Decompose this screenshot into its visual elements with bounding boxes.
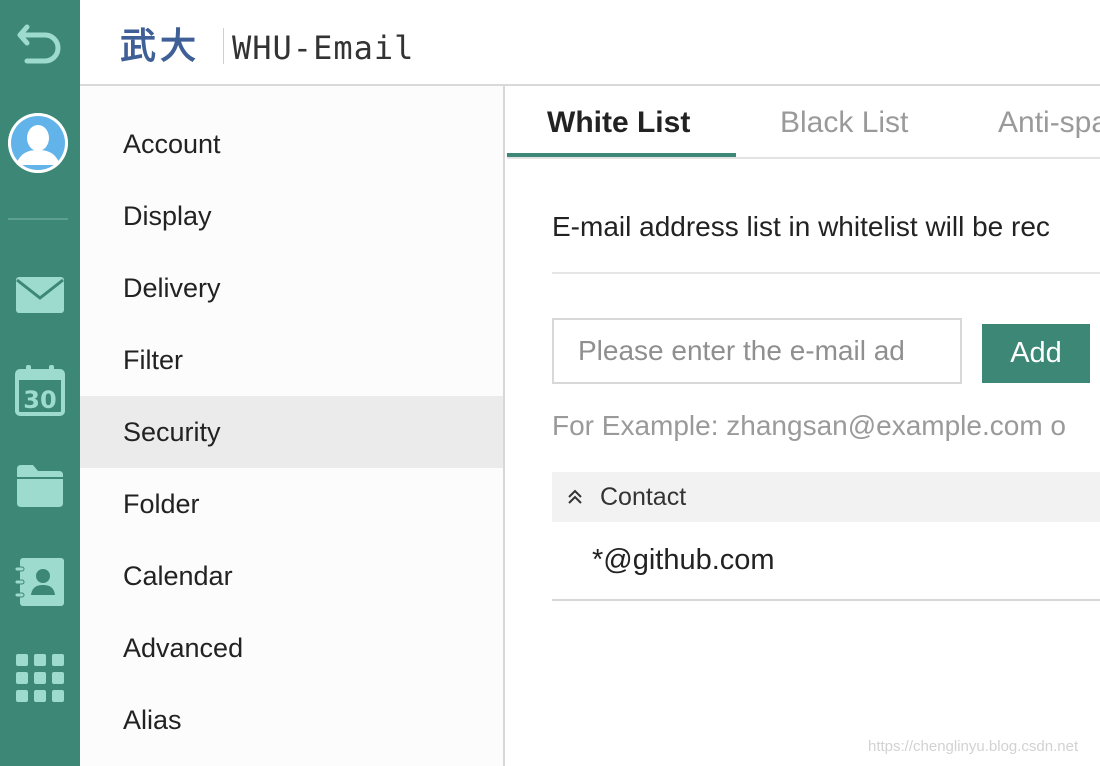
table-header: Contact (552, 472, 1100, 522)
email-address-input[interactable] (552, 318, 962, 384)
folder-icon[interactable] (0, 460, 80, 512)
header: 武大 WHU-Email (80, 0, 1100, 86)
logo-cn[interactable]: 武大 (120, 24, 200, 68)
tab-white-list[interactable]: White List (547, 86, 690, 159)
whitelist-description: E-mail address list in whitelist will be… (552, 211, 1050, 242)
nav-item-alias[interactable]: Alias (80, 684, 503, 756)
contacts-icon[interactable] (0, 555, 80, 609)
divider (552, 272, 1100, 274)
tab-black-list[interactable]: Black List (780, 86, 908, 159)
avatar-icon[interactable] (8, 113, 68, 173)
back-arrow-icon[interactable] (0, 18, 80, 68)
nav-item-filter[interactable]: Filter (80, 324, 503, 396)
chevron-double-up-icon[interactable] (552, 489, 598, 505)
nav-item-account[interactable]: Account (80, 108, 503, 180)
table-row[interactable]: *@github.com (552, 522, 1100, 601)
nav-item-advanced[interactable]: Advanced (80, 612, 503, 684)
nav-item-delivery[interactable]: Delivery (80, 252, 503, 324)
calendar-day-text: 30 (23, 386, 56, 414)
nav-item-display[interactable]: Display (80, 180, 503, 252)
example-hint: For Example: zhangsan@example.com o (552, 410, 1066, 441)
settings-nav: Account Display Delivery Filter Security… (80, 86, 505, 766)
active-tab-indicator (507, 153, 736, 157)
tab-anti-spam[interactable]: Anti-spa (998, 86, 1100, 159)
tab-bar: White List Black List Anti-spa (507, 86, 1100, 159)
add-button[interactable]: Add (982, 324, 1090, 383)
mail-icon[interactable] (0, 272, 80, 318)
nav-item-calendar[interactable]: Calendar (80, 540, 503, 612)
calendar-icon[interactable]: 30 (0, 362, 80, 418)
watermark: https://chenglinyu.blog.csdn.net (868, 738, 1079, 755)
main-panel: White List Black List Anti-spa E-mail ad… (507, 86, 1100, 766)
nav-item-security[interactable]: Security (80, 396, 503, 468)
left-rail: 30 (0, 0, 80, 766)
rail-divider (8, 218, 68, 220)
column-header-contact[interactable]: Contact (600, 483, 686, 512)
nav-item-folder[interactable]: Folder (80, 468, 503, 540)
logo-en[interactable]: WHU-Email (232, 26, 414, 70)
logo-separator (223, 28, 224, 64)
apps-grid-icon[interactable] (0, 652, 80, 704)
